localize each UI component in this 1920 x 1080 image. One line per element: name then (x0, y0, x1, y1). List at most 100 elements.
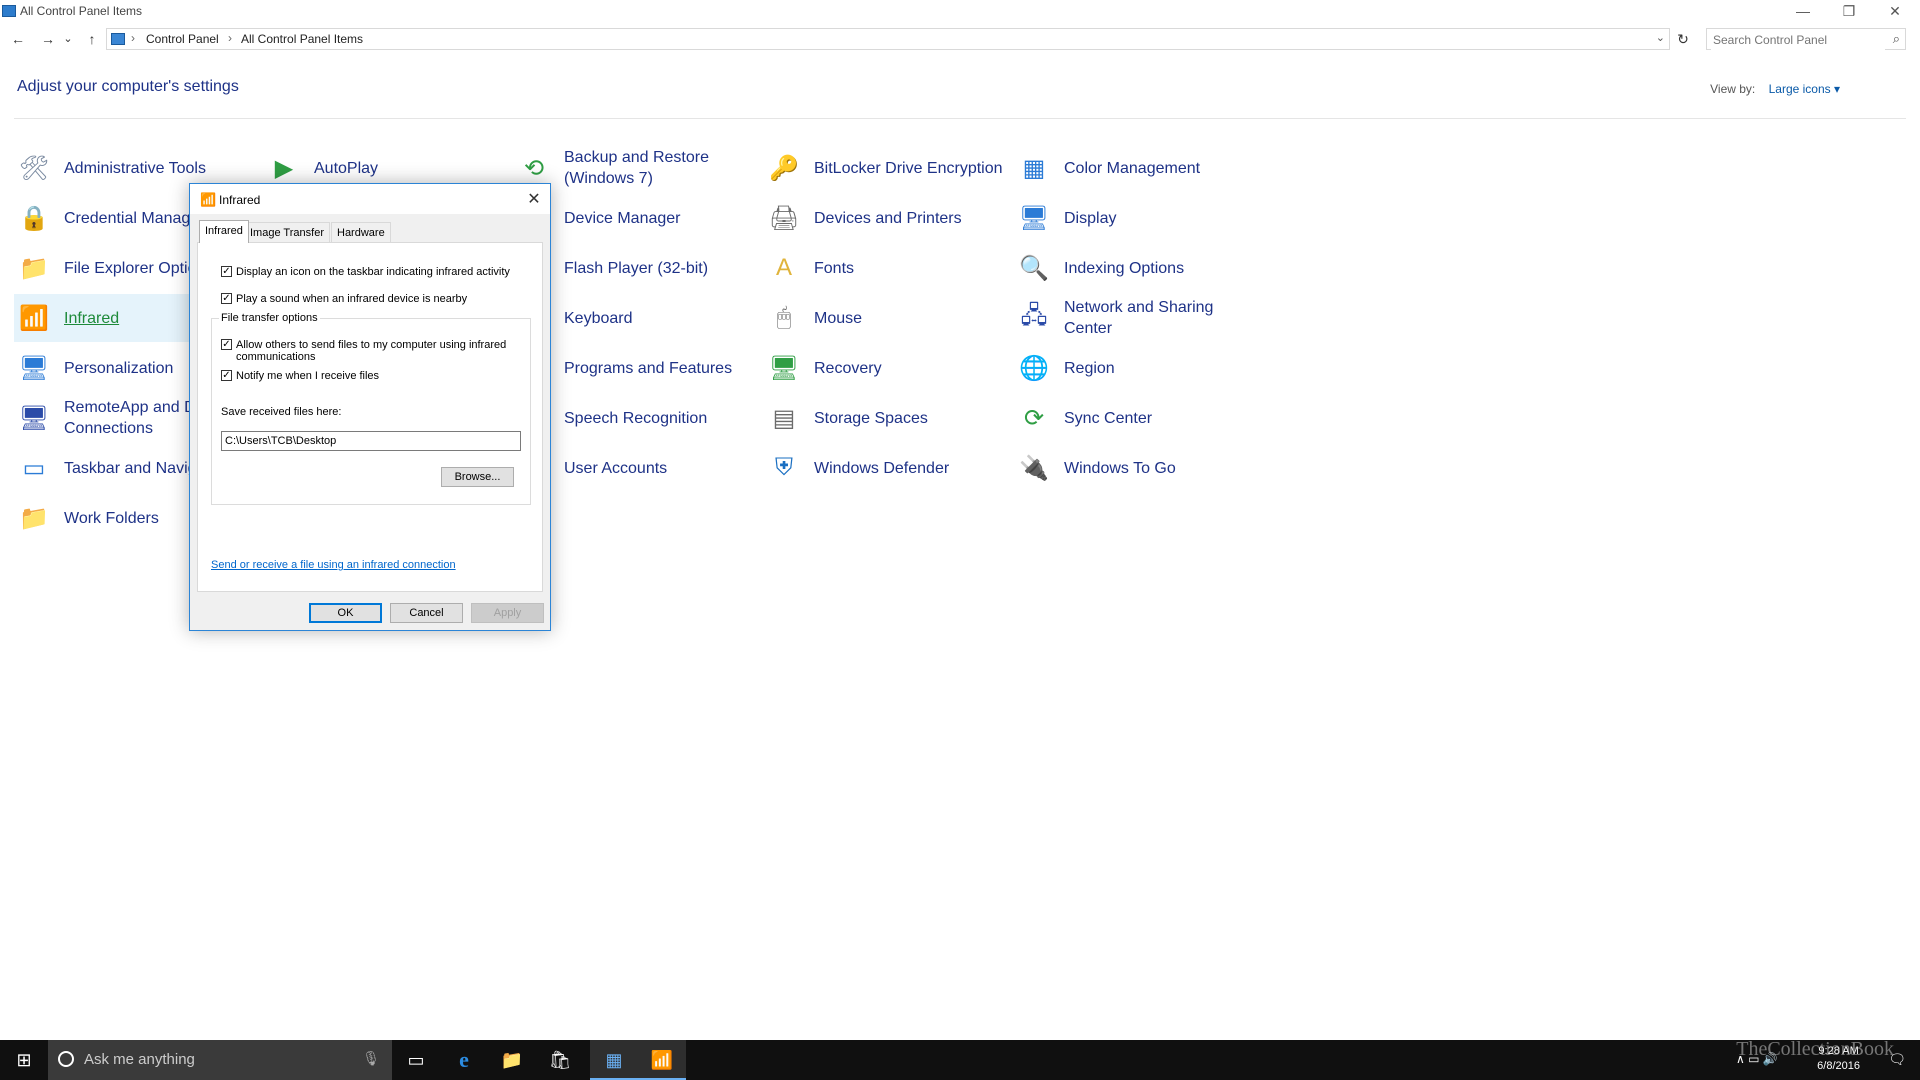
cp-item-label: Backup and Restore (Windows 7) (564, 149, 709, 187)
save-path-input[interactable] (221, 431, 521, 451)
checkbox-box[interactable]: ✓ (221, 339, 232, 350)
view-by-label: View by: (1710, 82, 1756, 96)
cp-item-windows-to-go[interactable]: 🔌 Windows To Go (1014, 444, 1258, 492)
address-dropdown-icon[interactable]: ⌄ (1656, 31, 1665, 44)
microphone-icon[interactable]: 🎙 (362, 1050, 380, 1067)
up-icon[interactable]: ↑ (81, 28, 103, 50)
storage-spaces-icon: ▤ (772, 404, 796, 432)
cp-item-fonts[interactable]: A Fonts (764, 244, 1008, 292)
view-by-dropdown[interactable]: Large icons ▾ (1769, 82, 1840, 96)
tab-image-transfer[interactable]: Image Transfer (244, 222, 330, 242)
breadcrumb-control-panel[interactable]: Control Panel (146, 32, 219, 46)
breadcrumb-separator: › (228, 31, 232, 45)
minimize-button[interactable]: — (1780, 0, 1826, 22)
search-input[interactable] (1711, 30, 1885, 50)
taskbar: ⊞ Ask me anything 🎙 ▭ e 📁 🛍 ▦ 📶 ∧ ▭ 🔊 9:… (0, 1040, 1920, 1080)
taskbar-icon-checkbox[interactable]: ✓ Display an icon on the taskbar indicat… (221, 266, 521, 278)
cp-item-label: Sync Center (1064, 409, 1153, 427)
cp-item-label: Network and Sharing Center (1064, 299, 1214, 337)
cp-item-label: AutoPlay (314, 159, 379, 177)
infrared-taskbar-icon[interactable]: 📶 (638, 1040, 686, 1080)
close-button[interactable]: ✕ (1872, 0, 1918, 22)
refresh-icon[interactable]: ↻ (1672, 28, 1694, 50)
view-by: View by: Large icons ▾ (1710, 82, 1840, 96)
dialog-title-bar: 📶 Infrared ✕ (190, 184, 550, 214)
play-sound-checkbox[interactable]: ✓ Play a sound when an infrared device i… (221, 293, 521, 305)
cp-item-label: Display (1064, 209, 1117, 227)
cp-item-label: Programs and Features (564, 359, 733, 377)
search-box[interactable]: ⌕ (1706, 28, 1906, 50)
recovery-icon: 🖥 (768, 354, 800, 382)
backup-and-restore-windows-7-icon: ⟲ (523, 154, 545, 182)
breadcrumb-all-items[interactable]: All Control Panel Items (241, 32, 363, 46)
address-bar[interactable]: › Control Panel › All Control Panel Item… (106, 28, 1670, 50)
cp-item-mouse[interactable]: 🖱 Mouse (764, 294, 1008, 342)
infrared-icon: 📶 (200, 192, 217, 207)
cp-item-label: Indexing Options (1064, 259, 1185, 277)
store-icon[interactable]: 🛍 (536, 1040, 584, 1080)
cancel-button[interactable]: Cancel (390, 603, 463, 623)
checkbox-box[interactable]: ✓ (221, 370, 232, 381)
cp-item-color-management[interactable]: ▦ Color Management (1014, 144, 1258, 192)
cp-item-label: Flash Player (32-bit) (564, 259, 709, 277)
title-bar: All Control Panel Items — ❐ ✕ (0, 0, 1920, 22)
cp-item-label: Keyboard (564, 309, 633, 327)
allow-others-checkbox[interactable]: ✓ Allow others to send files to my compu… (221, 339, 511, 363)
dialog-close-icon[interactable]: ✕ (524, 189, 544, 209)
cp-item-storage-spaces[interactable]: ▤ Storage Spaces (764, 394, 1008, 442)
cp-item-display[interactable]: 🖥 Display (1014, 194, 1258, 242)
control-panel-taskbar-icon[interactable]: ▦ (590, 1040, 638, 1080)
cp-item-bitlocker-drive-encryption[interactable]: 🔑 BitLocker Drive Encryption (764, 144, 1008, 192)
forward-icon[interactable]: → (37, 28, 59, 50)
cp-item-label: Credential Manager (64, 209, 205, 227)
network-and-sharing-center-icon: 🖧 (1020, 301, 1048, 329)
checkbox-box[interactable]: ✓ (221, 293, 232, 304)
cp-item-label: Infrared (64, 309, 120, 327)
cp-item-label: Storage Spaces (814, 409, 928, 427)
cp-item-devices-and-printers[interactable]: 🖨 Devices and Printers (764, 194, 1008, 242)
tab-hardware[interactable]: Hardware (331, 222, 391, 242)
file-explorer-icon[interactable]: 📁 (488, 1040, 536, 1080)
checkbox-label: Play a sound when an infrared device is … (236, 293, 468, 305)
back-icon[interactable]: ← (7, 28, 29, 50)
recent-locations-icon[interactable]: ⌄ (61, 28, 75, 50)
start-button[interactable]: ⊞ (0, 1040, 48, 1080)
cortana-icon (58, 1051, 74, 1067)
send-receive-link[interactable]: Send or receive a file using an infrared… (211, 559, 456, 571)
sync-center-icon: ⟳ (1023, 404, 1045, 432)
cp-item-recovery[interactable]: 🖥 Recovery (764, 344, 1008, 392)
autoplay-icon: ▶ (274, 154, 294, 182)
indexing-options-icon: 🔍 (1019, 254, 1049, 282)
cp-item-label: Device Manager (564, 209, 681, 227)
apply-button[interactable]: Apply (471, 603, 544, 623)
cortana-search[interactable]: Ask me anything 🎙 (48, 1040, 392, 1080)
watermark: TheCollectionBook (1736, 1038, 1894, 1060)
task-view-icon[interactable]: ▭ (392, 1040, 440, 1080)
tab-infrared[interactable]: Infrared (199, 220, 249, 243)
cp-item-label: Personalization (64, 359, 174, 377)
cp-item-region[interactable]: 🌐 Region (1014, 344, 1258, 392)
display-icon: 🖥 (1018, 204, 1050, 232)
administrative-tools-icon: 🛠 (18, 154, 50, 182)
cortana-placeholder: Ask me anything (84, 1051, 195, 1068)
color-management-icon: ▦ (1022, 154, 1046, 182)
cp-item-network-and-sharing-center[interactable]: 🖧 Network and Sharing Center (1014, 294, 1258, 342)
cp-item-label: User Accounts (564, 459, 668, 477)
search-icon[interactable]: ⌕ (1893, 31, 1900, 47)
edge-icon[interactable]: e (440, 1040, 488, 1080)
restore-button[interactable]: ❐ (1826, 0, 1872, 22)
control-panel-icon (2, 5, 16, 17)
cp-item-windows-defender[interactable]: ⛨ Windows Defender (764, 444, 1008, 492)
cp-item-label: Fonts (814, 259, 855, 277)
taskbar-and-navigation-icon: ▭ (22, 454, 46, 482)
browse-button[interactable]: Browse... (441, 467, 514, 487)
checkbox-box[interactable]: ✓ (221, 266, 232, 277)
region-icon: 🌐 (1019, 354, 1049, 382)
cp-item-indexing-options[interactable]: 🔍 Indexing Options (1014, 244, 1258, 292)
notify-checkbox[interactable]: ✓ Notify me when I receive files (221, 370, 521, 382)
address-row: ← → ⌄ ↑ › Control Panel › All Control Pa… (0, 26, 1920, 52)
ok-button[interactable]: OK (309, 603, 382, 623)
cp-item-sync-center[interactable]: ⟳ Sync Center (1014, 394, 1258, 442)
devices-and-printers-icon: 🖨 (768, 204, 800, 232)
file-explorer-options-icon: 📁 (19, 254, 49, 282)
